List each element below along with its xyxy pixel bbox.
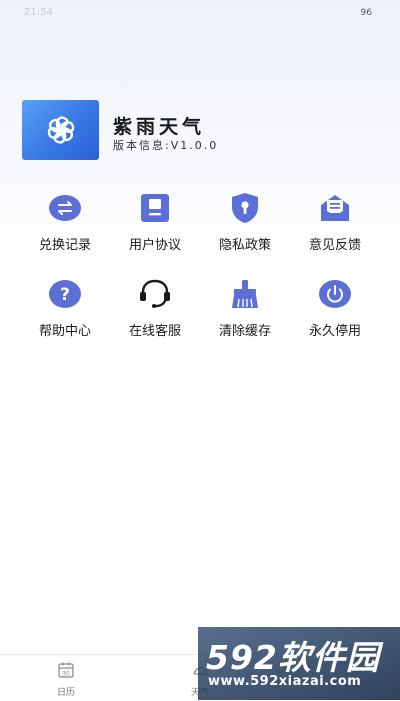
- privacy-policy-label: 隐私政策: [218, 238, 271, 253]
- feedback-button[interactable]: 意见反馈: [290, 190, 380, 276]
- user-agreement-label: 用户协议: [128, 238, 181, 253]
- feedback-icon: [317, 190, 353, 226]
- watermark-url: www.592xiazai.com: [208, 674, 362, 689]
- flower-logo-icon: [47, 116, 74, 144]
- grid-row: 兑换记录 用户协议 隐私政策 意见反馈: [20, 190, 380, 276]
- online-service-label: 在线客服: [128, 324, 181, 339]
- online-service-button[interactable]: 在线客服: [110, 276, 200, 362]
- exchange-icon: [47, 190, 83, 226]
- exchange-records-label: 兑换记录: [38, 238, 91, 253]
- watermark: 592软件园 www.592xiazai.com: [198, 627, 400, 700]
- power-icon: [317, 276, 353, 312]
- shield-icon: [227, 190, 263, 226]
- status-time: 21:54: [24, 7, 53, 18]
- help-center-label: 帮助中心: [38, 324, 91, 339]
- clear-cache-button[interactable]: 清除缓存: [200, 276, 290, 362]
- permanent-disable-button[interactable]: 永久停用: [290, 276, 380, 362]
- privacy-policy-button[interactable]: 隐私政策: [200, 190, 290, 276]
- app-logo: [22, 100, 99, 160]
- document-icon: [137, 190, 173, 226]
- nav-calendar[interactable]: 30 日历: [36, 661, 96, 698]
- calendar-badge: 30: [62, 671, 70, 678]
- user-agreement-button[interactable]: 用户协议: [110, 190, 200, 276]
- battery-level: 96: [360, 8, 372, 18]
- svg-text:?: ?: [60, 285, 70, 305]
- status-bar: 21:54 96: [0, 0, 400, 26]
- app-name: 紫雨天气: [113, 116, 206, 138]
- nav-calendar-label: 日历: [56, 688, 75, 698]
- broom-icon: [227, 276, 263, 312]
- watermark-brand: 592软件园: [206, 638, 380, 677]
- clear-cache-label: 清除缓存: [218, 324, 271, 339]
- grid-row: ? 帮助中心 在线客服 清除缓存 永久停用: [20, 276, 380, 362]
- help-icon: ?: [47, 276, 83, 312]
- version-info: 版本信息:V1.0.0: [113, 139, 219, 152]
- calendar-icon: 30: [58, 662, 74, 678]
- help-center-button[interactable]: ? 帮助中心: [20, 276, 110, 362]
- settings-grid: 兑换记录 用户协议 隐私政策 意见反馈 ? 帮助中心 在线客服 清除缓存 永久停…: [20, 190, 380, 362]
- exchange-records-button[interactable]: 兑换记录: [20, 190, 110, 276]
- headset-icon: [137, 276, 173, 312]
- feedback-label: 意见反馈: [308, 238, 361, 253]
- permanent-disable-label: 永久停用: [308, 324, 361, 339]
